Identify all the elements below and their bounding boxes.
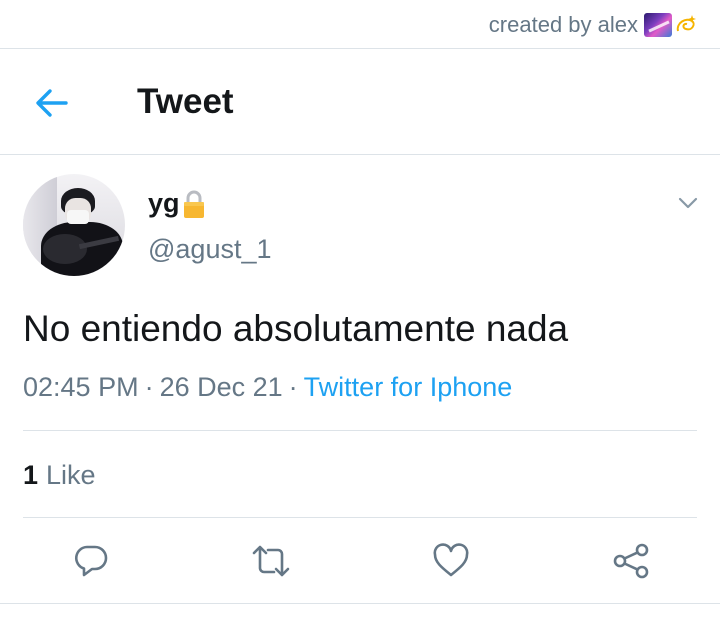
meta-separator: ·: [144, 372, 154, 402]
reply-button[interactable]: [68, 538, 114, 584]
dizzy-icon: [676, 15, 696, 32]
meta-separator: ·: [288, 372, 298, 402]
bottom-divider: [0, 603, 720, 604]
tweet-menu-button[interactable]: [673, 190, 703, 216]
milky-way-icon: [644, 13, 672, 37]
back-button[interactable]: [30, 83, 74, 123]
tweet-text: No entiendo absolutamente nada: [23, 308, 569, 349]
heart-icon: [433, 543, 469, 577]
like-button[interactable]: [428, 538, 474, 584]
tweet-source-link[interactable]: Twitter for Iphone: [304, 372, 513, 403]
likes-count[interactable]: 1 Like: [23, 460, 96, 491]
share-icon: [613, 543, 649, 579]
header-divider: [0, 154, 720, 155]
author-name-row[interactable]: yg: [148, 188, 206, 219]
retweet-icon: [252, 545, 290, 577]
author-display-name[interactable]: yg: [148, 188, 180, 219]
chevron-down-icon: [678, 197, 698, 209]
lock-icon: [183, 190, 204, 218]
tweet-header: Tweet: [0, 49, 720, 154]
reply-icon: [75, 545, 108, 577]
likes-label: Like: [46, 460, 96, 490]
stats-divider: [23, 517, 697, 518]
tweet-meta: 02:45 PM · 26 Dec 21 · Twitter for Iphon…: [23, 372, 512, 403]
likes-number: 1: [23, 460, 39, 490]
author-handle[interactable]: @agust_1: [148, 234, 272, 265]
retweet-button[interactable]: [248, 538, 294, 584]
watermark: created by alex: [489, 8, 698, 42]
page-title: Tweet: [137, 82, 234, 121]
avatar[interactable]: [23, 174, 125, 276]
meta-divider: [23, 430, 697, 431]
arrow-left-icon: [36, 89, 68, 117]
tweet-actions: [0, 538, 720, 584]
share-button[interactable]: [608, 538, 654, 584]
tweet-date: 26 Dec 21: [159, 372, 283, 402]
tweet-time: 02:45 PM: [23, 372, 139, 402]
watermark-text: created by alex: [488, 12, 638, 37]
